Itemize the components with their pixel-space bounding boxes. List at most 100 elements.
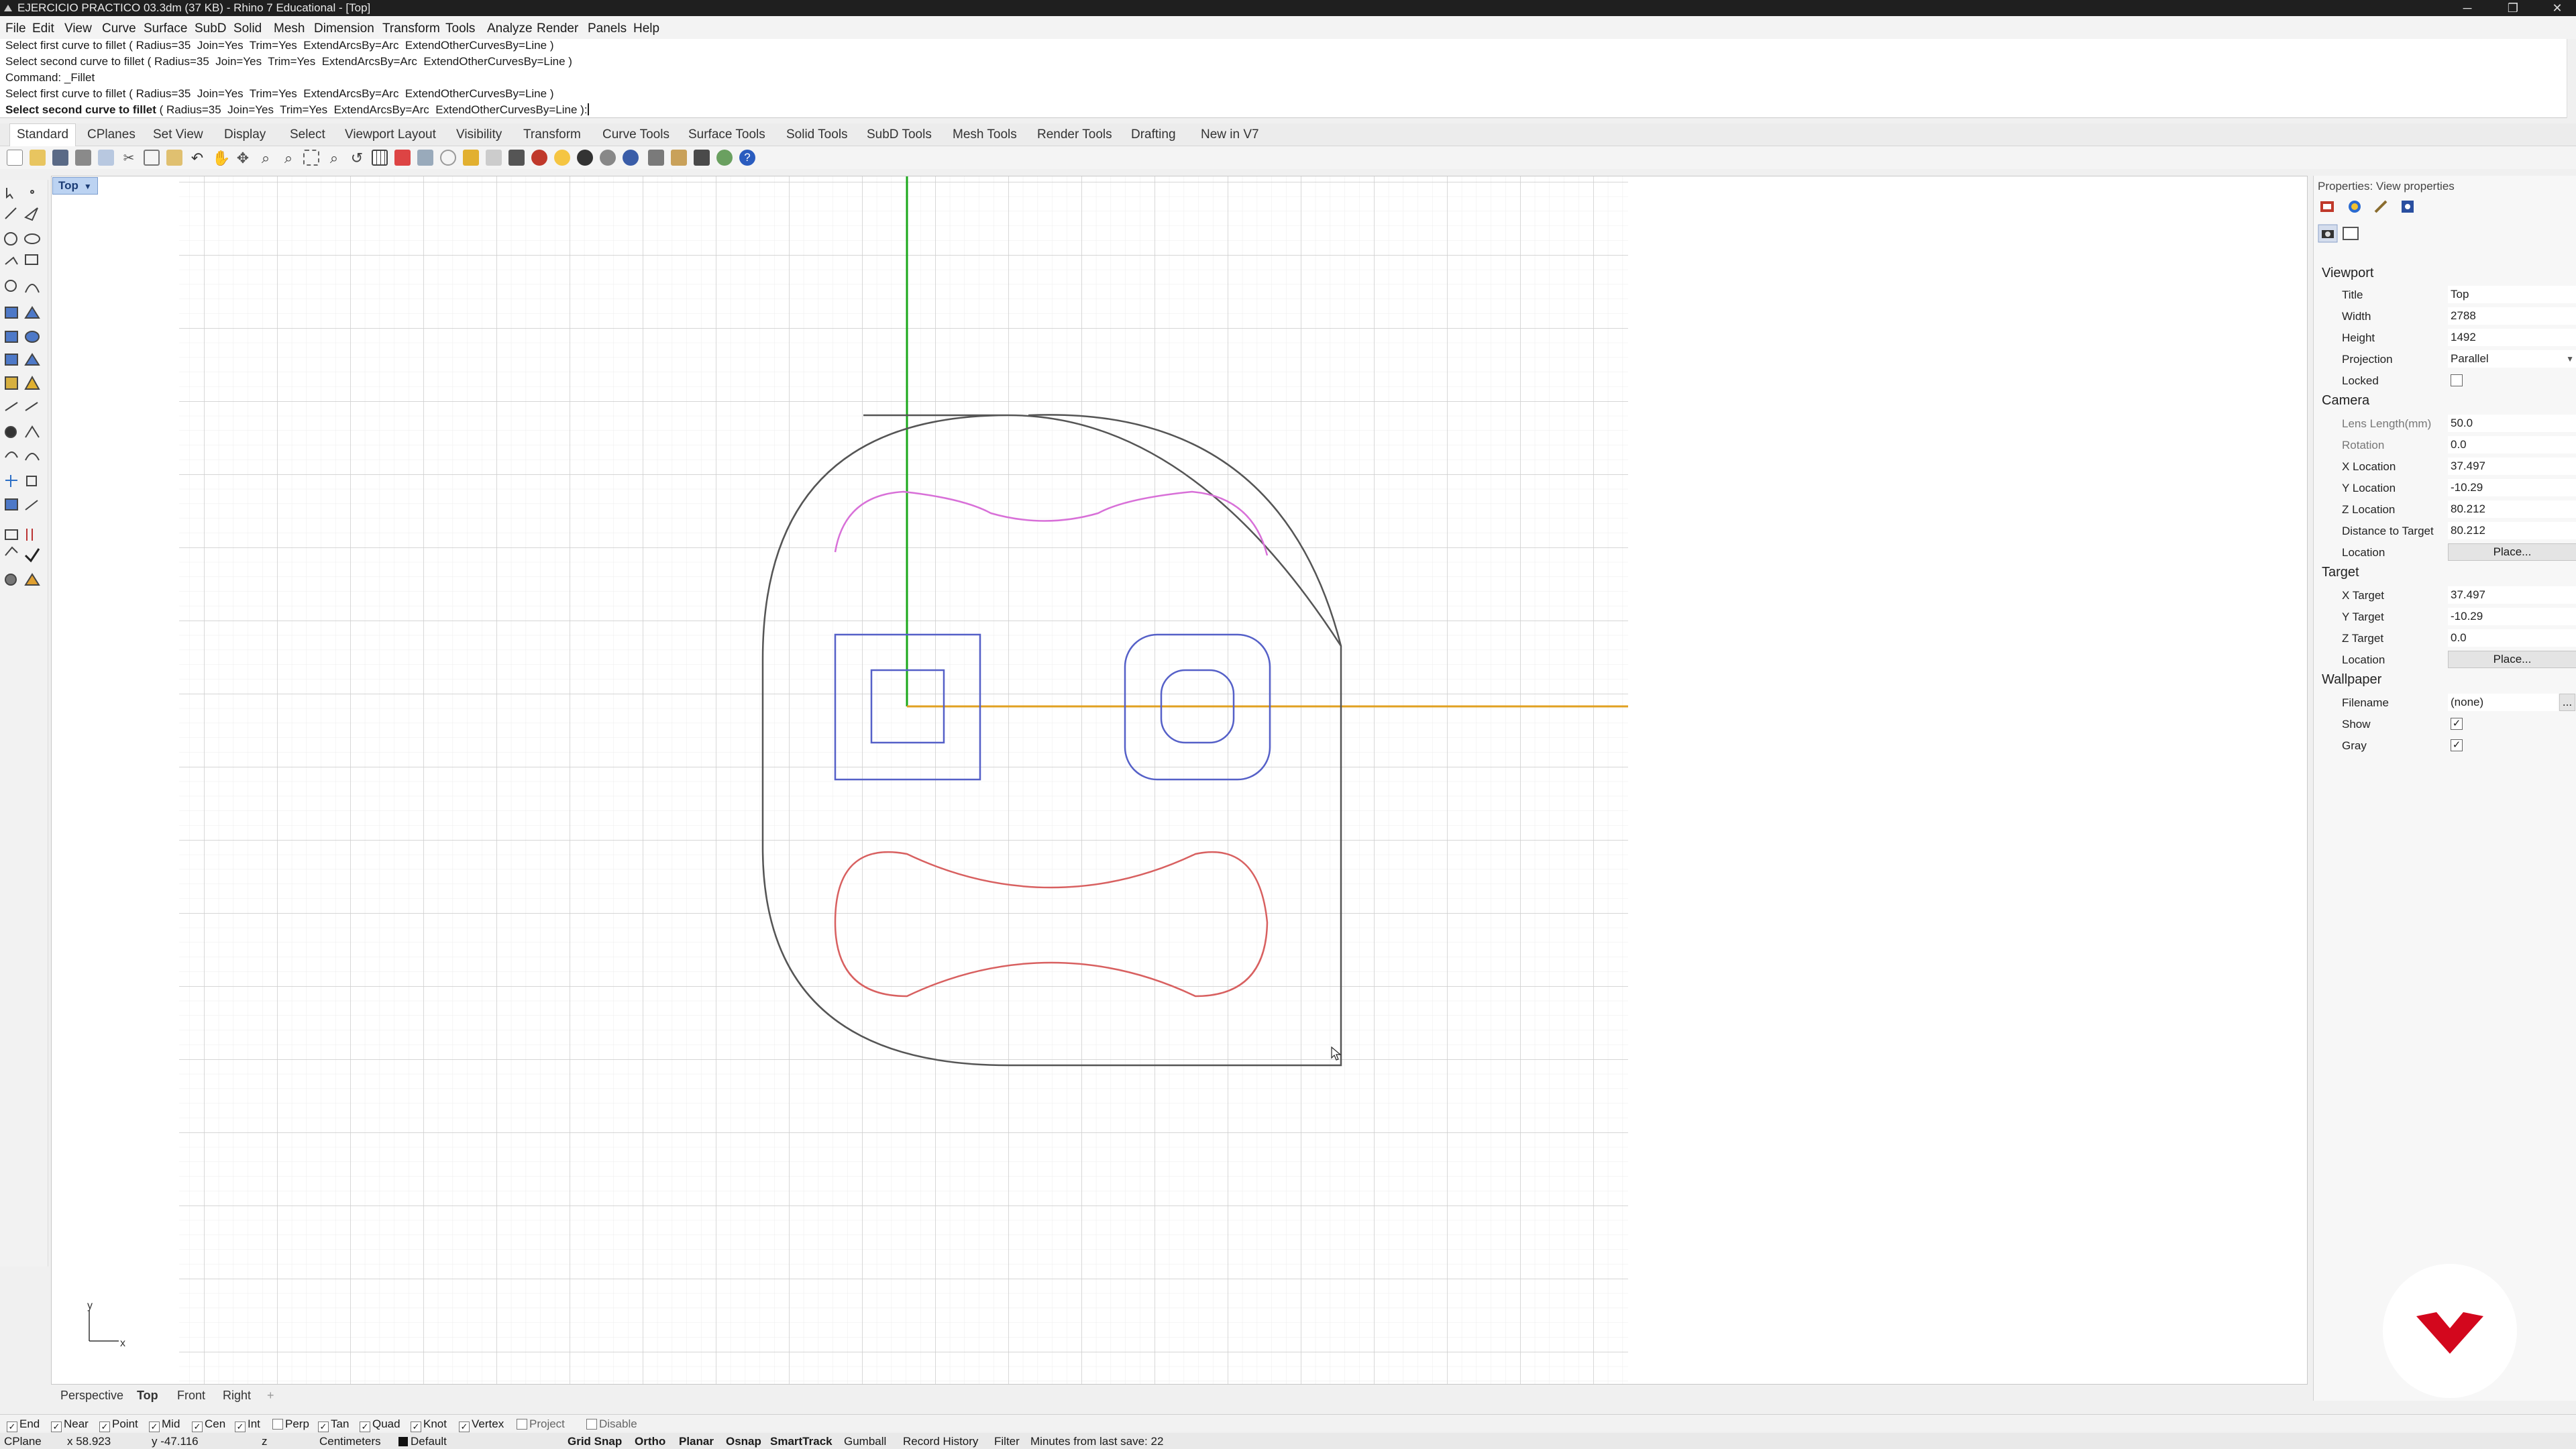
help-icon[interactable]: ? bbox=[739, 150, 755, 166]
viewport-canvas[interactable]: y x bbox=[52, 176, 2308, 1385]
field-y-location[interactable]: -10.29 bbox=[2448, 479, 2576, 496]
field-z-target[interactable]: 0.0 bbox=[2448, 629, 2576, 647]
checkbox[interactable] bbox=[586, 1419, 597, 1430]
checkbox[interactable]: ✓ bbox=[192, 1421, 203, 1432]
field-distance-to-target[interactable]: 80.212 bbox=[2448, 522, 2576, 539]
tab-transform[interactable]: Transform bbox=[523, 127, 581, 142]
cplane-icon[interactable] bbox=[394, 150, 411, 166]
light-icon[interactable] bbox=[486, 150, 502, 166]
checkbox[interactable] bbox=[517, 1419, 527, 1430]
tab-visibility[interactable]: Visibility bbox=[456, 127, 502, 142]
command-history[interactable]: Select first curve to fillet ( Radius=35… bbox=[0, 39, 2576, 118]
tab-cplanes[interactable]: CPlanes bbox=[87, 127, 136, 142]
checkbox[interactable]: ✓ bbox=[360, 1421, 370, 1432]
tab-standard[interactable]: Standard bbox=[9, 123, 76, 146]
layer-indicator[interactable]: Default bbox=[398, 1435, 447, 1448]
chevron-down-icon[interactable]: ▼ bbox=[84, 178, 92, 195]
four-views-icon[interactable] bbox=[372, 150, 388, 166]
set-view-icon[interactable] bbox=[417, 150, 433, 166]
shaded-sphere-icon[interactable] bbox=[577, 150, 593, 166]
menu-dimension[interactable]: Dimension bbox=[314, 21, 374, 36]
menu-analyze[interactable]: Analyze bbox=[487, 21, 533, 36]
tab-right[interactable]: Right bbox=[223, 1389, 251, 1403]
osnap-cen[interactable]: ✓ Cen bbox=[192, 1417, 225, 1432]
osnap-tan[interactable]: ✓ Tan bbox=[318, 1417, 349, 1432]
tab-surface-tools[interactable]: Surface Tools bbox=[688, 127, 765, 142]
tab-subd-tools[interactable]: SubD Tools bbox=[867, 127, 932, 142]
field-height[interactable]: 1492 bbox=[2448, 329, 2576, 346]
browse-filename-button[interactable]: ... bbox=[2559, 694, 2575, 711]
planar-toggle[interactable]: Planar bbox=[679, 1435, 714, 1448]
osnap-mid[interactable]: ✓ Mid bbox=[149, 1417, 180, 1432]
texture-properties-icon[interactable] bbox=[2371, 197, 2392, 216]
checkbox[interactable] bbox=[272, 1419, 283, 1430]
smarttrack-toggle[interactable]: SmartTrack bbox=[770, 1435, 833, 1448]
layer-color-icon[interactable] bbox=[531, 150, 547, 166]
select-icon[interactable] bbox=[440, 150, 456, 166]
target-place-button[interactable]: Place... bbox=[2448, 651, 2576, 668]
menu-view[interactable]: View bbox=[64, 21, 92, 36]
record-history-toggle[interactable]: Record History bbox=[903, 1435, 978, 1448]
tab-drafting[interactable]: Drafting bbox=[1131, 127, 1176, 142]
new-file-icon[interactable] bbox=[7, 150, 23, 166]
checkbox[interactable]: ✓ bbox=[51, 1421, 62, 1432]
macro-icon[interactable] bbox=[694, 150, 710, 166]
zoom-icon[interactable]: ⌕ bbox=[258, 150, 274, 166]
print-icon[interactable] bbox=[75, 150, 91, 166]
checkbox[interactable]: ✓ bbox=[7, 1421, 17, 1432]
field-z-location[interactable]: 80.212 bbox=[2448, 500, 2576, 518]
tab-mesh-tools[interactable]: Mesh Tools bbox=[953, 127, 1017, 142]
rotate-view-icon[interactable]: ✥ bbox=[235, 150, 251, 166]
tab-viewport-layout[interactable]: Viewport Layout bbox=[345, 127, 436, 142]
tab-front[interactable]: Front bbox=[177, 1389, 205, 1403]
menu-render[interactable]: Render bbox=[537, 21, 578, 36]
checkbox[interactable]: ✓ bbox=[318, 1421, 329, 1432]
chevron-down-icon[interactable]: ▼ bbox=[2566, 350, 2574, 368]
save-icon[interactable] bbox=[52, 150, 68, 166]
restore-button[interactable]: ❐ bbox=[2493, 0, 2533, 16]
object-properties-icon[interactable] bbox=[2318, 197, 2338, 216]
open-folder-icon[interactable] bbox=[30, 150, 46, 166]
options-icon[interactable] bbox=[671, 150, 687, 166]
tab-perspective[interactable]: Perspective bbox=[60, 1389, 123, 1403]
menu-edit[interactable]: Edit bbox=[32, 21, 54, 36]
properties-icon[interactable] bbox=[463, 150, 479, 166]
viewport-top[interactable]: y x bbox=[51, 176, 2308, 1385]
ortho-toggle[interactable]: Ortho bbox=[635, 1435, 665, 1448]
menu-help[interactable]: Help bbox=[633, 21, 659, 36]
filter-toggle[interactable]: Filter bbox=[994, 1435, 1020, 1448]
undo-view-icon[interactable]: ↺ bbox=[349, 150, 365, 166]
field-width[interactable]: 2788 bbox=[2448, 307, 2576, 325]
tab-set-view[interactable]: Set View bbox=[153, 127, 203, 142]
cut-icon[interactable]: ✂ bbox=[121, 150, 137, 166]
render-properties-icon[interactable] bbox=[2398, 197, 2418, 216]
menu-subd[interactable]: SubD bbox=[195, 21, 227, 36]
show-checkbox[interactable]: ✓ bbox=[2451, 718, 2463, 730]
cplane-label[interactable]: CPlane bbox=[4, 1435, 42, 1448]
menu-tools[interactable]: Tools bbox=[445, 21, 475, 36]
menu-panels[interactable]: Panels bbox=[588, 21, 627, 36]
zoom-selected-icon[interactable]: ⌕ bbox=[326, 150, 342, 166]
viewport-properties-icon[interactable] bbox=[2341, 224, 2361, 243]
osnap-toggle[interactable]: Osnap bbox=[726, 1435, 761, 1448]
osnap-knot[interactable]: ✓ Knot bbox=[411, 1417, 447, 1432]
osnap-perp[interactable]: Perp bbox=[272, 1417, 309, 1431]
command-prompt-options[interactable]: ( Radius=35 Join=Yes Trim=Yes ExtendArcs… bbox=[156, 103, 588, 116]
zoom-window-icon[interactable]: ⌕ bbox=[280, 150, 297, 166]
import-icon[interactable] bbox=[98, 150, 114, 166]
field-x-location[interactable]: 37.497 bbox=[2448, 458, 2576, 475]
gumball-toggle[interactable]: Gumball bbox=[844, 1435, 886, 1448]
camera-place-button[interactable]: Place... bbox=[2448, 543, 2576, 561]
menu-transform[interactable]: Transform bbox=[382, 21, 440, 36]
camera-icon[interactable] bbox=[2318, 224, 2338, 243]
osnap-near[interactable]: ✓ Near bbox=[51, 1417, 89, 1432]
pan-icon[interactable]: ✋ bbox=[212, 150, 230, 166]
tab-display[interactable]: Display bbox=[224, 127, 266, 142]
tab-new-in-v7[interactable]: New in V7 bbox=[1201, 127, 1259, 142]
tab-select[interactable]: Select bbox=[290, 127, 325, 142]
command-prompt[interactable]: Select second curve to fillet ( Radius=3… bbox=[5, 103, 589, 117]
menu-file[interactable]: File bbox=[5, 21, 26, 36]
field-y-target[interactable]: -10.29 bbox=[2448, 608, 2576, 625]
undo-icon[interactable]: ↶ bbox=[189, 150, 205, 166]
tab-top[interactable]: Top bbox=[137, 1389, 158, 1403]
